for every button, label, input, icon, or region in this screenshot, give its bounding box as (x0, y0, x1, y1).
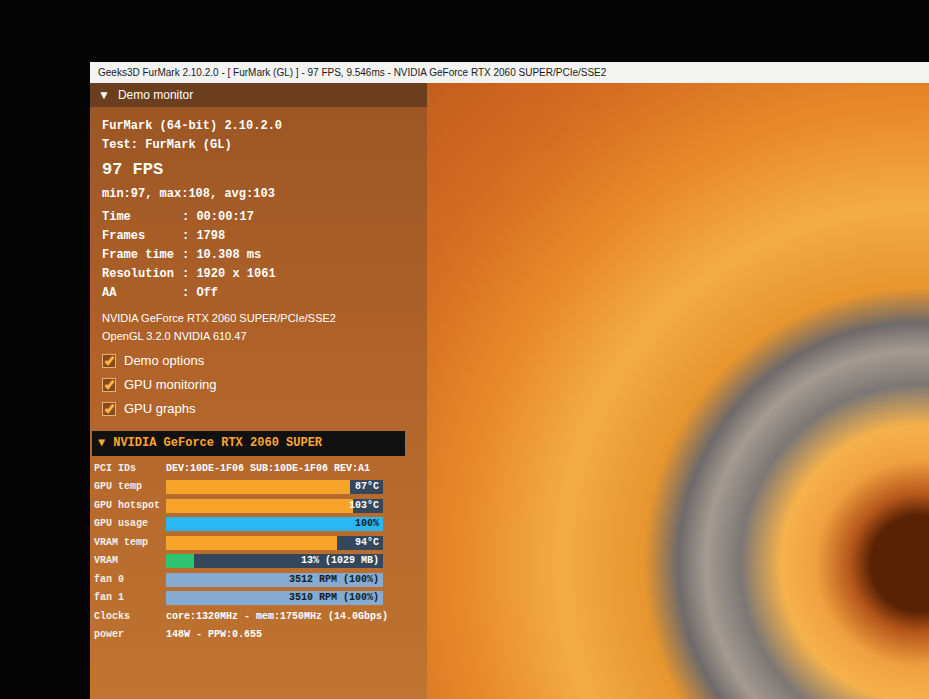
meter-reading: 13% (1029 MB) (166, 554, 383, 568)
option-row[interactable]: GPU graphs (102, 397, 415, 421)
stat-row: AA: Off (102, 284, 415, 303)
meter-fill-color (166, 517, 383, 531)
meter-track: 87°C (166, 480, 383, 494)
meter-label: VRAM temp (94, 534, 166, 552)
demo-info: FurMark (64-bit) 2.10.2.0Test: FurMark (… (90, 107, 427, 460)
meter-track: 13% (1029 MB) (166, 554, 383, 568)
meter-fill (166, 480, 350, 494)
renderer-info: NVIDIA GeForce RTX 2060 SUPER/PCIe/SSE2O… (102, 303, 415, 349)
clocks-value: core:1320MHz - mem:1750MHz (14.0Gbps) (166, 608, 388, 626)
meter-label: VRAM (94, 552, 166, 570)
panel-header[interactable]: ▼ Demo monitor (90, 83, 427, 107)
meter-row: VRAM temp94°C (94, 534, 427, 553)
stat-label: Frames (102, 227, 182, 246)
stat-row: Frames: 1798 (102, 227, 415, 246)
test-name: Test: FurMark (GL) (102, 136, 415, 155)
meter-fill-color (166, 536, 337, 550)
meter-label: GPU usage (94, 515, 166, 533)
option-row[interactable]: Demo options (102, 349, 415, 373)
meter-label: fan 1 (94, 589, 166, 607)
fur-render-view (427, 83, 929, 699)
window-title: Geeks3D FurMark 2.10.2.0 - [ FurMark (GL… (98, 67, 606, 78)
meter-fill-color (166, 480, 350, 494)
meter-track: 100% (166, 517, 383, 531)
title-bar: Geeks3D FurMark 2.10.2.0 - [ FurMark (GL… (90, 62, 929, 83)
meter-label: fan 0 (94, 571, 166, 589)
pci-ids: PCI IDsDEV:10DE-1F06 SUB:10DE-1F06 REV:A… (94, 460, 427, 478)
meter-track: 3512 RPM (100%) (166, 573, 383, 587)
fps-value: 97 FPS (102, 155, 415, 185)
power-value: 148W - PPW:0.655 (166, 626, 262, 644)
stat-value: : Off (182, 284, 218, 303)
power: power148W - PPW:0.655 (94, 626, 427, 644)
renderer-line: NVIDIA GeForce RTX 2060 SUPER/PCIe/SSE2 (102, 309, 415, 327)
meter-row: VRAM13% (1029 MB) (94, 552, 427, 571)
option-label[interactable]: Demo options (124, 349, 204, 373)
meter-reading: 103°C (166, 499, 383, 513)
meter-row: GPU hotspot103°C (94, 497, 427, 516)
stat-value: : 1798 (182, 227, 225, 246)
option-label[interactable]: GPU graphs (124, 397, 196, 421)
meter-reading: 87°C (166, 480, 383, 494)
demo-monitor-panel: ▼ Demo monitor FurMark (64-bit) 2.10.2.0Te… (90, 83, 427, 699)
stat-label: AA (102, 284, 182, 303)
collapse-arrow-icon[interactable]: ▼ (98, 86, 110, 104)
option-row[interactable]: GPU monitoring (102, 373, 415, 397)
meter-reading: 3512 RPM (100%) (166, 573, 383, 587)
meter-fill-color (166, 499, 353, 513)
meter-track: 3510 RPM (100%) (166, 591, 383, 605)
meter-track: 94°C (166, 536, 383, 550)
stat-value: : 1920 x 1061 (182, 265, 276, 284)
meter-reading: 100% (166, 517, 383, 531)
stat-label: Time (102, 208, 182, 227)
stat-label: Resolution (102, 265, 182, 284)
meter-fill (166, 536, 337, 550)
monitor-screen: Geeks3D FurMark 2.10.2.0 - [ FurMark (GL… (0, 0, 929, 699)
clocks-label: Clocks (94, 608, 166, 626)
fps-stats: min:97, max:108, avg:103 (102, 185, 415, 204)
gpu-name: NVIDIA GeForce RTX 2060 SUPER (113, 434, 322, 453)
meter-row: GPU temp87°C (94, 478, 427, 497)
pci-ids-value: DEV:10DE-1F06 SUB:10DE-1F06 REV:A1 (166, 460, 370, 478)
option-label[interactable]: GPU monitoring (124, 373, 216, 397)
meter-track: 103°C (166, 499, 383, 513)
option-checkbox[interactable] (102, 354, 116, 368)
app-version: FurMark (64-bit) 2.10.2.0 (102, 117, 415, 136)
meter-row: fan 03512 RPM (100%) (94, 571, 427, 590)
stat-row: Resolution: 1920 x 1061 (102, 265, 415, 284)
renderer-line: OpenGL 3.2.0 NVIDIA 610.47 (102, 327, 415, 345)
gpu-header[interactable]: ▼ NVIDIA GeForce RTX 2060 SUPER (92, 431, 405, 456)
option-checkbox[interactable] (102, 402, 116, 416)
meter-fill (166, 554, 194, 568)
meter-fill (166, 499, 353, 513)
furmark-window: Geeks3D FurMark 2.10.2.0 - [ FurMark (GL… (90, 62, 929, 699)
stat-label: Frame time (102, 246, 182, 265)
collapse-arrow-icon[interactable]: ▼ (98, 434, 105, 453)
meter-reading: 3510 RPM (100%) (166, 591, 383, 605)
stat-row: Time: 00:00:17 (102, 208, 415, 227)
meter-row: fan 13510 RPM (100%) (94, 589, 427, 608)
gpu-monitor: PCI IDsDEV:10DE-1F06 SUB:10DE-1F06 REV:A… (90, 460, 427, 644)
window-body: ▼ Demo monitor FurMark (64-bit) 2.10.2.0Te… (90, 83, 929, 699)
stat-row: Frame time: 10.308 ms (102, 246, 415, 265)
panel-title: Demo monitor (118, 86, 193, 104)
stat-value: : 00:00:17 (182, 208, 254, 227)
meter-fill (166, 517, 383, 531)
clocks: Clockscore:1320MHz - mem:1750MHz (14.0Gb… (94, 608, 427, 626)
meter-fill-color (166, 554, 194, 568)
power-label: power (94, 626, 166, 644)
stat-value: : 10.308 ms (182, 246, 261, 265)
pci-ids-label: PCI IDs (94, 460, 166, 478)
meter-reading: 94°C (166, 536, 383, 550)
option-checkbox[interactable] (102, 378, 116, 392)
meter-label: GPU hotspot (94, 497, 166, 515)
meter-label: GPU temp (94, 478, 166, 496)
meter-row: GPU usage100% (94, 515, 427, 534)
